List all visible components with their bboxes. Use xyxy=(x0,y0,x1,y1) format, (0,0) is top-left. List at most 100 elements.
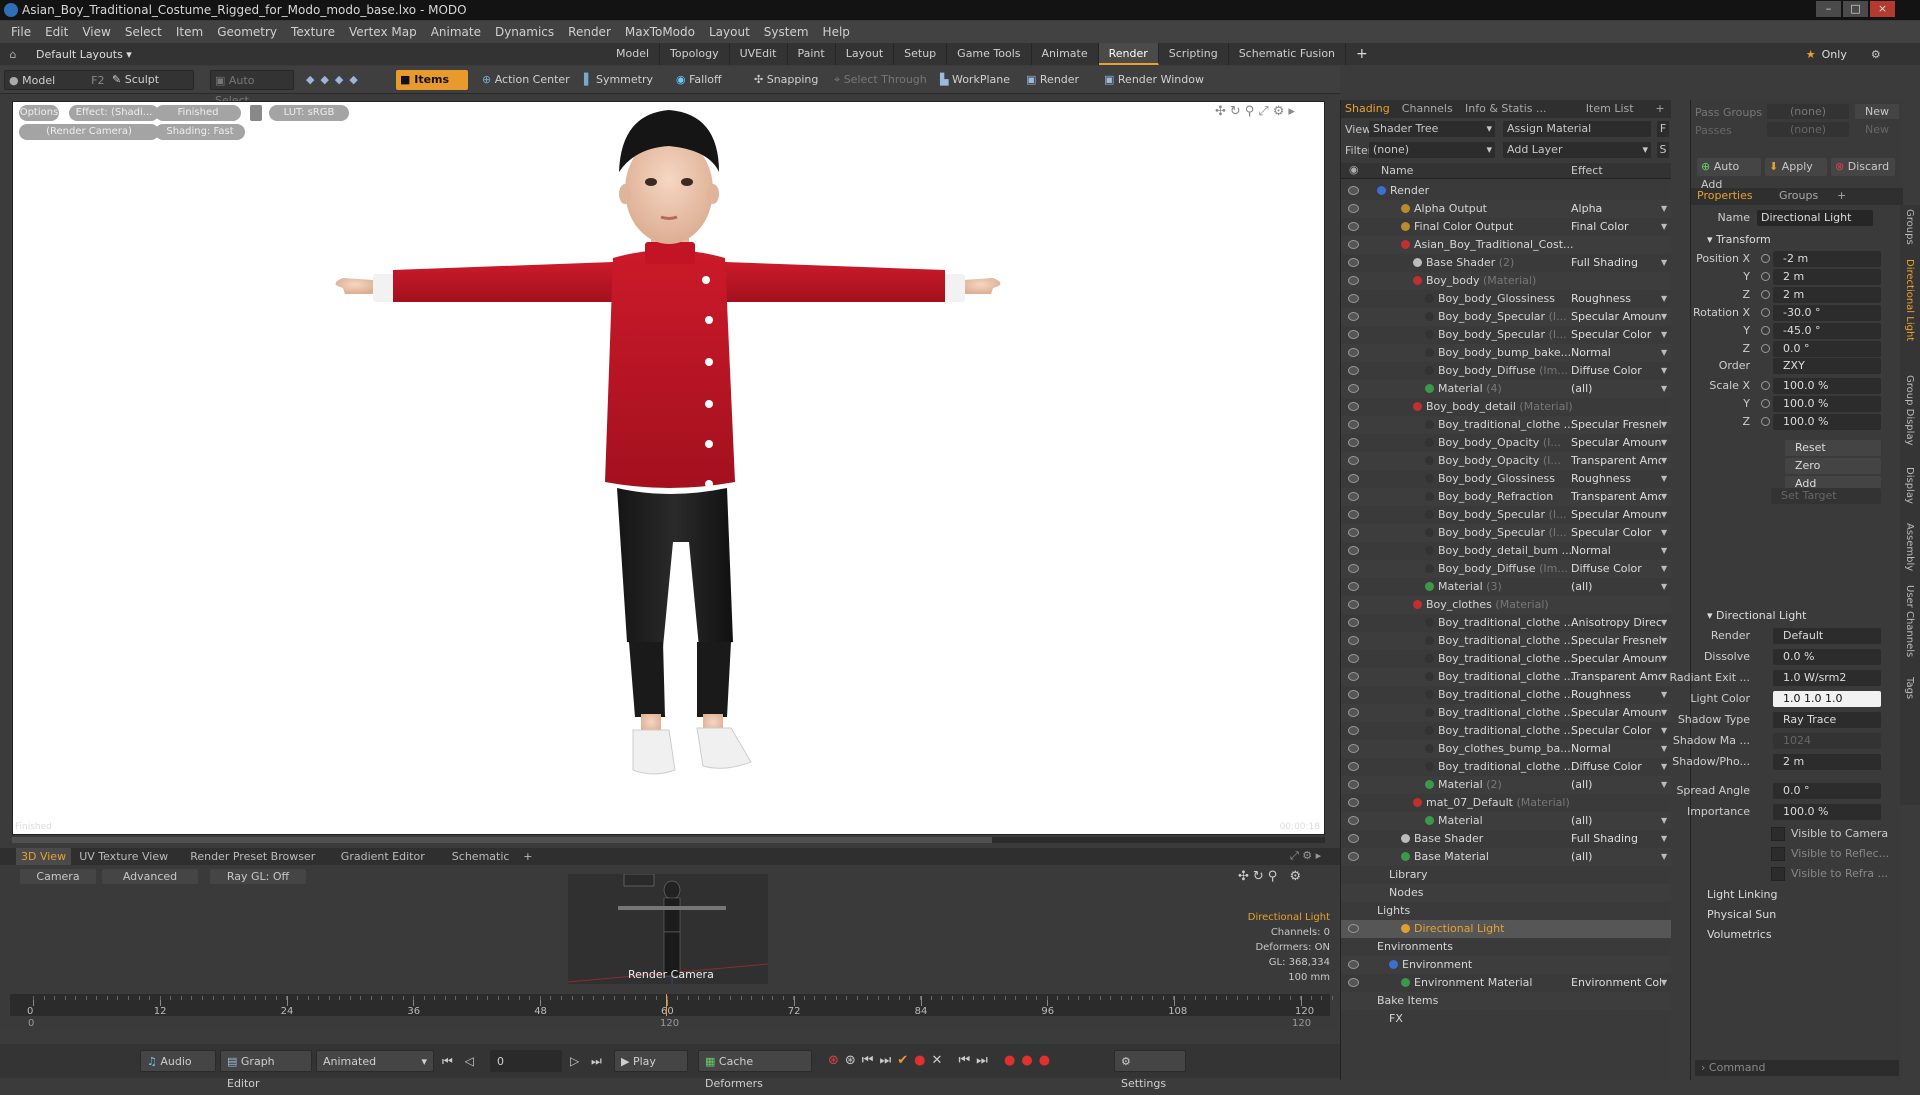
light-prop-field[interactable]: 0.0 % xyxy=(1773,649,1881,665)
row-effect[interactable]: Transparent Amo ... xyxy=(1571,668,1661,686)
row-effect[interactable]: Specular Amount xyxy=(1571,506,1661,524)
menu-select[interactable]: Select xyxy=(118,25,169,39)
visibility-eye-icon[interactable] xyxy=(1348,420,1359,429)
row-effect[interactable]: Specular Amount xyxy=(1571,434,1661,452)
channel-dot-icon[interactable] xyxy=(1761,399,1770,408)
visibility-eye-icon[interactable] xyxy=(1348,330,1359,339)
channel-dot-icon[interactable] xyxy=(1761,326,1770,335)
shading-tab-shading[interactable]: Shading xyxy=(1345,102,1390,115)
light-prop-field[interactable]: Default xyxy=(1773,628,1881,644)
visibility-eye-icon[interactable] xyxy=(1348,708,1359,717)
visibility-eye-icon[interactable] xyxy=(1348,636,1359,645)
tab-properties[interactable]: Properties xyxy=(1697,189,1753,202)
row-effect[interactable]: (all) xyxy=(1571,380,1661,398)
visibility-eye-icon[interactable] xyxy=(1348,618,1359,627)
cache-deformers-button[interactable]: ▦ Cache Deformers xyxy=(698,1050,812,1090)
record-key-icons[interactable]: ⊛⊛⏮⏭✔●✕ ⏮⏭ ●●● xyxy=(828,1053,1056,1068)
effect-dropdown-arrow[interactable]: ▼ xyxy=(1661,650,1667,668)
row-effect[interactable]: Environment Color xyxy=(1571,974,1661,992)
command-input[interactable]: › Command xyxy=(1695,1060,1899,1076)
effect-dropdown-arrow[interactable]: ▼ xyxy=(1661,362,1667,380)
visibility-eye-icon[interactable] xyxy=(1348,564,1359,573)
shader-tree-row[interactable]: Base Shader (2) Full Shading ▼ xyxy=(1341,254,1671,272)
new-pass-button[interactable]: New xyxy=(1855,122,1899,137)
effect-dropdown-arrow[interactable]: ▼ xyxy=(1661,974,1667,992)
visibility-eye-icon[interactable] xyxy=(1348,816,1359,825)
row-effect[interactable]: Roughness xyxy=(1571,290,1661,308)
effect-dropdown-arrow[interactable]: ▼ xyxy=(1661,740,1667,758)
vtab-directional-light[interactable]: Directional Light xyxy=(1904,259,1915,341)
layout-tab-scripting[interactable]: Scripting xyxy=(1159,43,1229,65)
row-effect[interactable]: Specular Color xyxy=(1571,326,1661,344)
effect-dropdown-arrow[interactable]: ▼ xyxy=(1661,254,1667,272)
maximize-button[interactable]: □ xyxy=(1843,1,1868,17)
camera-button[interactable]: Camera xyxy=(20,869,96,884)
row-effect[interactable]: Full Shading xyxy=(1571,830,1661,848)
effect-dropdown-arrow[interactable]: ▼ xyxy=(1661,470,1667,488)
new-pass-group-button[interactable]: New xyxy=(1855,104,1899,119)
position-field[interactable]: -2 m xyxy=(1773,251,1881,267)
visibility-eye-icon[interactable] xyxy=(1348,186,1359,195)
row-effect[interactable]: Specular Color xyxy=(1571,722,1661,740)
shader-tree-row[interactable]: Boy_body_Diffuse (Im... Diffuse Color ▼ xyxy=(1341,560,1671,578)
visibility-eye-icon[interactable] xyxy=(1348,294,1359,303)
bottom-tab-schematic[interactable]: Schematic xyxy=(447,848,515,865)
shader-tree-row[interactable]: Boy_body_Specular (I... Specular Amount ▼ xyxy=(1341,506,1671,524)
effect-dropdown-arrow[interactable]: ▼ xyxy=(1661,416,1667,434)
shader-tree-row[interactable]: Environment xyxy=(1341,956,1671,974)
position-field[interactable]: 2 m xyxy=(1773,269,1881,285)
reset-dropdown[interactable]: Reset xyxy=(1785,440,1881,456)
row-effect[interactable]: (all) xyxy=(1571,578,1661,596)
selection-mode-icons[interactable]: ◆◆◆◆ xyxy=(302,70,368,90)
scale-field[interactable]: 100.0 % xyxy=(1773,414,1881,430)
visibility-eye-icon[interactable] xyxy=(1348,672,1359,681)
vtab-user-channels[interactable]: User Channels xyxy=(1904,585,1915,657)
shader-tree-row[interactable]: Environment Material Environment Color▼ xyxy=(1341,974,1671,992)
shader-tree-row[interactable]: Boy_body_detail (Material) xyxy=(1341,398,1671,416)
tab-groups[interactable]: Groups xyxy=(1779,189,1818,202)
shader-tree-row[interactable]: Boy_traditional_clothe ... Transparent Am… xyxy=(1341,668,1671,686)
row-effect[interactable]: Specular Fresnel xyxy=(1571,632,1661,650)
channel-dot-icon[interactable] xyxy=(1761,417,1770,426)
model-mode-button[interactable]: ● Model F2 xyxy=(4,70,194,90)
visibility-eye-icon[interactable] xyxy=(1348,222,1359,231)
rotation-field[interactable]: -30.0 ° xyxy=(1773,305,1881,321)
visibility-eye-icon[interactable] xyxy=(1348,600,1359,609)
add-layout-tab-button[interactable]: + xyxy=(1346,46,1378,62)
position-field[interactable]: 2 m xyxy=(1773,287,1881,303)
falloff-button[interactable]: ◉ Falloff xyxy=(672,70,726,90)
row-effect[interactable]: Specular Fresnel xyxy=(1571,416,1661,434)
menu-item[interactable]: Item xyxy=(169,25,210,39)
layout-tab-game-tools[interactable]: Game Tools xyxy=(947,43,1032,65)
shader-tree-row[interactable]: Library xyxy=(1341,866,1671,884)
visibility-eye-icon[interactable] xyxy=(1348,438,1359,447)
shader-tree-row[interactable]: Bake Items xyxy=(1341,992,1671,1010)
visibility-eye-icon[interactable] xyxy=(1348,960,1359,969)
shader-tree-row[interactable]: Lights xyxy=(1341,902,1671,920)
shader-tree-row[interactable]: Material (all) ▼ xyxy=(1341,812,1671,830)
only-toggle[interactable]: Only xyxy=(1822,48,1847,61)
menu-file[interactable]: File xyxy=(4,25,38,39)
discard-button[interactable]: ⊗ Discard xyxy=(1831,158,1895,176)
auto-select-button[interactable]: ▣ Auto Select xyxy=(210,70,294,107)
shader-tree-row[interactable]: Boy_clothes (Material) xyxy=(1341,596,1671,614)
shader-tree-row[interactable]: Boy_traditional_clothe ... Roughness ▼ xyxy=(1341,686,1671,704)
layout-settings-icon[interactable]: ⚙ xyxy=(1871,48,1881,61)
filter-dropdown[interactable]: (none) ▾ xyxy=(1369,142,1495,158)
shader-tree-row[interactable]: Base Shader Full Shading ▼ xyxy=(1341,830,1671,848)
layout-tab-setup[interactable]: Setup xyxy=(894,43,948,65)
visibility-eye-icon[interactable] xyxy=(1348,762,1359,771)
light-prop-field[interactable]: 1024 xyxy=(1773,733,1881,749)
visibility-eye-icon[interactable] xyxy=(1348,690,1359,699)
name-field[interactable]: Directional Light xyxy=(1757,210,1873,226)
play-button[interactable]: ▶ Play xyxy=(614,1050,688,1072)
shader-tree-row[interactable]: Render xyxy=(1341,182,1671,200)
effect-dropdown-arrow[interactable]: ▼ xyxy=(1661,704,1667,722)
effect-dropdown-arrow[interactable]: ▼ xyxy=(1661,560,1667,578)
layout-tab-paint[interactable]: Paint xyxy=(788,43,836,65)
layout-tab-uvedit[interactable]: UVEdit xyxy=(730,43,788,65)
menu-layout[interactable]: Layout xyxy=(702,25,757,39)
shader-tree-row[interactable]: Alpha Output Alpha ▼ xyxy=(1341,200,1671,218)
channel-dot-icon[interactable] xyxy=(1761,308,1770,317)
bottom-panel-icons[interactable]: ⤢ ⚙ ▸ xyxy=(1290,849,1321,863)
